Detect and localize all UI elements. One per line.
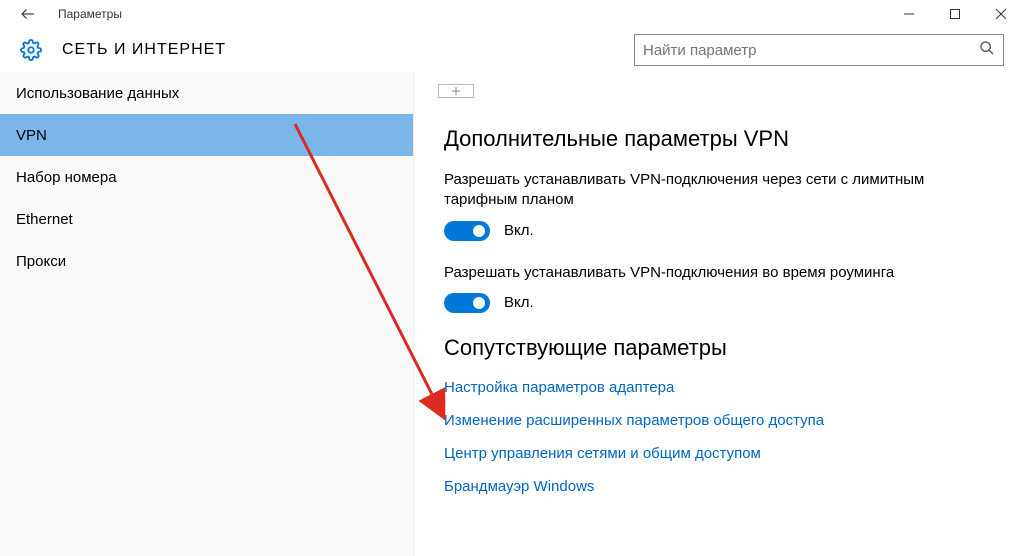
maximize-icon: [949, 8, 961, 20]
toggle-metered[interactable]: [444, 221, 490, 241]
link-adapter-settings[interactable]: Настройка параметров адаптера: [444, 379, 994, 396]
sidebar-item-ethernet[interactable]: Ethernet: [0, 198, 413, 240]
sidebar-item-dialup[interactable]: Набор номера: [0, 156, 413, 198]
close-button[interactable]: [978, 0, 1024, 28]
back-button[interactable]: [8, 0, 48, 28]
header: СЕТЬ И ИНТЕРНЕТ: [0, 28, 1024, 72]
search-box[interactable]: [634, 34, 1004, 66]
main-panel: Дополнительные параметры VPN Разрешать у…: [414, 72, 1024, 556]
minimize-icon: [903, 8, 915, 20]
window-controls: [886, 0, 1024, 28]
maximize-button[interactable]: [932, 0, 978, 28]
search-icon: [979, 40, 995, 61]
sidebar-item-data-usage[interactable]: Использование данных: [0, 72, 413, 114]
setting-metered-row: Вкл.: [444, 221, 994, 241]
sidebar: Использование данных VPN Набор номера Et…: [0, 72, 414, 556]
category-title: СЕТЬ И ИНТЕРНЕТ: [62, 41, 226, 59]
link-network-center[interactable]: Центр управления сетями и общим доступом: [444, 445, 994, 462]
section-related-title: Сопутствующие параметры: [444, 335, 994, 361]
link-windows-firewall[interactable]: Брандмауэр Windows: [444, 478, 994, 495]
toggle-knob: [473, 297, 485, 309]
close-icon: [995, 8, 1007, 20]
link-advanced-sharing[interactable]: Изменение расширенных параметров общего …: [444, 412, 994, 429]
plus-icon: [451, 86, 461, 96]
toggle-metered-state: Вкл.: [504, 222, 534, 239]
gear-icon: [20, 39, 42, 61]
arrow-left-icon: [19, 5, 37, 23]
setting-metered-desc: Разрешать устанавливать VPN-подключения …: [444, 170, 994, 211]
setting-roaming-row: Вкл.: [444, 293, 994, 313]
sidebar-item-vpn[interactable]: VPN: [0, 114, 413, 156]
minimize-button[interactable]: [886, 0, 932, 28]
sidebar-item-proxy[interactable]: Прокси: [0, 240, 413, 282]
window-title: Параметры: [58, 7, 122, 21]
toggle-roaming-state: Вкл.: [504, 294, 534, 311]
toggle-knob: [473, 225, 485, 237]
section-advanced-title: Дополнительные параметры VPN: [444, 126, 994, 152]
setting-roaming-desc: Разрешать устанавливать VPN-подключения …: [444, 263, 994, 283]
related-links: Настройка параметров адаптера Изменение …: [444, 379, 994, 495]
search-input[interactable]: [643, 42, 979, 59]
toggle-roaming[interactable]: [444, 293, 490, 313]
add-vpn-box[interactable]: [438, 84, 474, 98]
titlebar: Параметры: [0, 0, 1024, 28]
content: Использование данных VPN Набор номера Et…: [0, 72, 1024, 556]
